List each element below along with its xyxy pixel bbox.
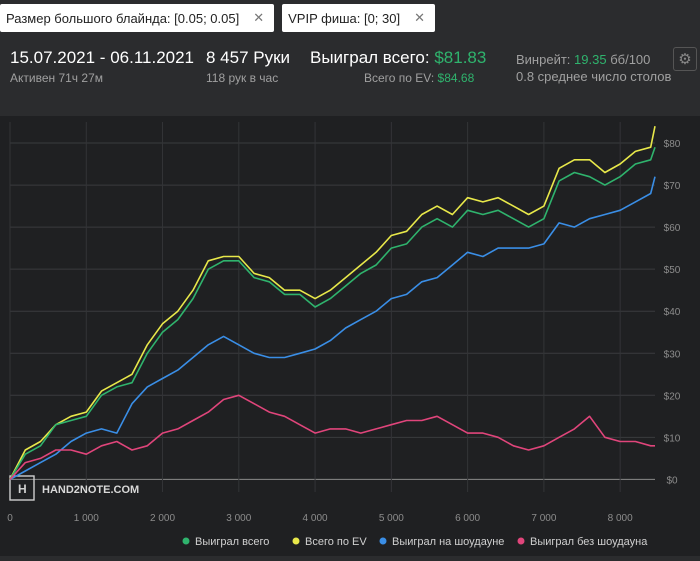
hands-per-hour: 118 рук в час — [206, 71, 279, 85]
winrate-unit: бб/100 — [610, 52, 651, 67]
legend: Выиграл всего Всего по EV Выиграл на шоуда… — [182, 536, 648, 548]
avg-tables: 0.8 среднее число столов — [516, 69, 672, 84]
x-tick-label: 7 000 — [531, 513, 556, 524]
hands-count: 8 457 Руки — [206, 48, 291, 67]
winrate: Винрейт: 19.35 бб/100 — [516, 52, 650, 67]
legend-marker — [182, 537, 190, 545]
y-axis-ticks: $0 $10 $20 $30 $40 $50 $60 $70 $80 — [664, 139, 681, 486]
ev-total: Всего по EV: $84.68 — [364, 71, 474, 85]
grid-lines — [9, 122, 655, 492]
y-tick-label: $20 — [664, 391, 681, 402]
watermark-text: HAND2NOTE.COM — [42, 484, 139, 496]
legend-marker — [292, 537, 300, 545]
legend-label: Выиграл без шоудауна — [530, 536, 648, 548]
legend-marker — [517, 537, 525, 545]
won-total: Выиграл всего: $81.83 — [310, 48, 486, 68]
x-tick-label: 0 — [7, 513, 13, 524]
stats-panel: 15.07.2021 - 06.11.2021 Активен 71ч 27м … — [0, 36, 700, 116]
winrate-label: Винрейт: — [516, 52, 571, 67]
active-time: Активен 71ч 27м — [10, 71, 103, 85]
y-tick-label: $80 — [664, 139, 681, 150]
x-axis-ticks: 0 1 000 2 000 3 000 4 000 5 000 6 000 7 000 8 00… — [7, 513, 633, 524]
y-tick-label: $40 — [664, 307, 681, 318]
y-tick-label: $0 — [666, 475, 678, 486]
ev-total-label: Всего по EV: — [364, 71, 435, 85]
graph-chart: $0 $10 $20 $30 $40 $50 $60 $70 $80 0 1 000 2 000 3 … — [7, 122, 681, 548]
y-tick-label: $70 — [664, 181, 681, 192]
ev-total-value: $84.68 — [437, 71, 475, 85]
date-range: 15.07.2021 - 06.11.2021 — [10, 48, 195, 67]
series-line-2 — [9, 176, 656, 481]
filter-chip-vpip[interactable]: VPIP фиша: [0; 30] ✕ — [282, 4, 436, 32]
y-tick-label: $30 — [664, 349, 681, 360]
series-line-1 — [9, 126, 656, 480]
filter-chip-big-blind[interactable]: Размер большого блайнда: [0.05; 0.05] ✕ — [0, 4, 275, 32]
chart-area: $0 $10 $20 $30 $40 $50 $60 $70 $80 0 1 000 2 000 3 … — [0, 116, 700, 556]
won-total-value: $81.83 — [434, 48, 487, 67]
close-icon[interactable]: ✕ — [253, 10, 264, 26]
x-tick-label: 1 000 — [74, 513, 99, 524]
legend-label: Выиграл на шоудауне — [392, 536, 504, 548]
legend-label: Выиграл всего — [195, 536, 269, 548]
x-tick-label: 6 000 — [455, 513, 480, 524]
x-tick-label: 5 000 — [379, 513, 404, 524]
filter-bar: Размер большого блайнда: [0.05; 0.05] ✕ … — [0, 0, 700, 36]
legend-marker — [379, 537, 387, 545]
x-tick-label: 3 000 — [226, 513, 251, 524]
y-tick-label: $50 — [664, 265, 681, 276]
winrate-value: 19.35 — [574, 52, 607, 67]
filter-chip-label: VPIP фиша: [0; 30] — [288, 10, 401, 26]
won-total-label: Выиграл всего: — [310, 48, 430, 67]
close-icon[interactable]: ✕ — [414, 10, 425, 26]
gear-icon[interactable]: ⚙ — [673, 47, 697, 71]
filter-chip-label: Размер большого блайнда: [0.05; 0.05] — [6, 10, 240, 26]
x-tick-label: 2 000 — [150, 513, 175, 524]
x-tick-label: 4 000 — [303, 513, 328, 524]
y-tick-label: $60 — [664, 223, 681, 234]
legend-label: Всего по EV — [305, 536, 367, 548]
watermark-logo-glyph: H — [18, 482, 27, 496]
series-lines — [9, 126, 656, 481]
x-tick-label: 8 000 — [608, 513, 633, 524]
y-tick-label: $10 — [664, 433, 681, 444]
